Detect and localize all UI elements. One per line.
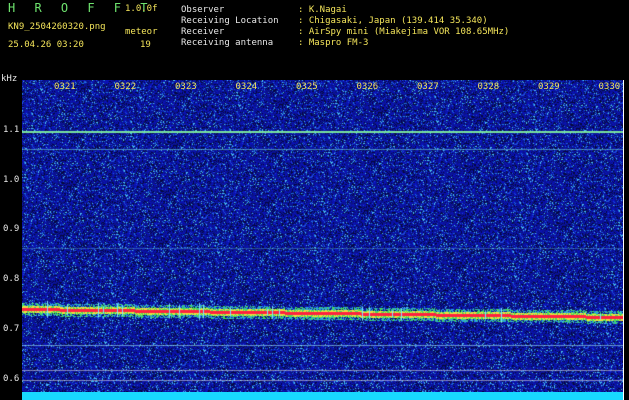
time-tick-label: 0323: [175, 82, 197, 92]
time-tick-label: 0327: [417, 82, 439, 92]
datetime-label: 25.04.26 03:20: [8, 40, 84, 50]
time-tick-label: 0322: [114, 82, 137, 92]
y-tick-1.0: 1.0: [3, 175, 20, 185]
time-tick-label: 0324: [235, 82, 258, 92]
right-border-line: [623, 80, 624, 400]
y-tick-0.9: 0.9: [3, 224, 20, 234]
location-label: Receiving Location: [181, 16, 279, 26]
time-tick-label: 0326: [356, 82, 379, 92]
y-tick-1.1: 1.1: [3, 125, 20, 135]
meteor-count: 19: [140, 40, 151, 50]
time-tick-label: 0330: [598, 82, 621, 92]
spectrogram-display: [22, 80, 623, 392]
receiver-value: : AirSpy mini (Miakejima VOR 108.65MHz): [298, 27, 510, 37]
time-tick-label: 0321: [54, 82, 76, 92]
header-panel: H R O F F T 1.0.0f KN9_2504260320.png me…: [0, 0, 629, 80]
time-tick-label: 0329: [538, 82, 560, 92]
meteor-label: meteor: [125, 27, 158, 37]
observer-value: : K.Nagai: [298, 5, 347, 15]
y-tick-0.7: 0.7: [3, 324, 20, 334]
y-tick-0.8: 0.8: [3, 274, 20, 284]
receiver-label: Receiver: [181, 27, 225, 37]
bottom-status-bar: [22, 392, 623, 400]
observer-label: Observer: [181, 5, 225, 15]
time-tick-label: 0325: [296, 82, 318, 92]
y-axis-unit: kHz: [1, 74, 18, 84]
version-label: 1.0.0f: [125, 4, 158, 14]
time-tick-label: 0328: [477, 82, 500, 92]
y-tick-0.6: 0.6: [3, 374, 20, 384]
location-value: : Chigasaki, Japan (139.414 35.340): [298, 16, 488, 26]
filename-label: KN9_2504260320.png: [8, 22, 106, 32]
antenna-label: Receiving antenna: [181, 38, 274, 48]
antenna-value: : Maspro FM-3: [298, 38, 369, 48]
